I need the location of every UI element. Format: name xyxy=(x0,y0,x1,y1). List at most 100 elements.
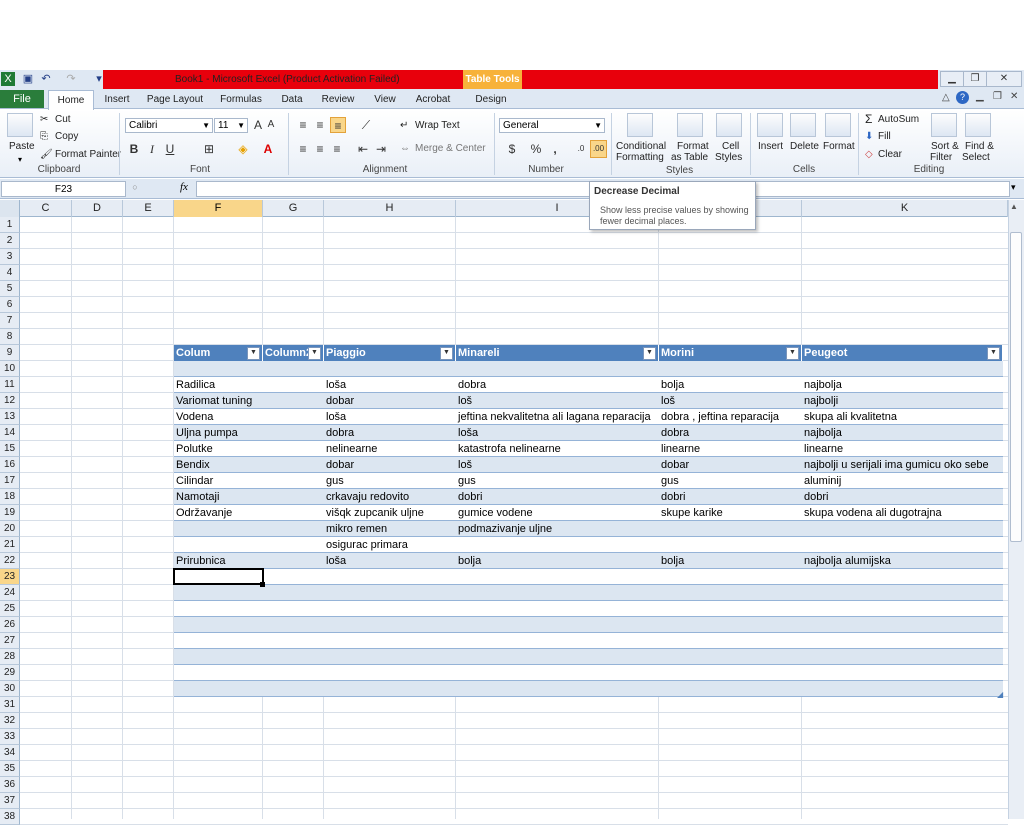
cut-icon[interactable]: ✂ xyxy=(40,114,48,126)
row-header[interactable]: 2 xyxy=(0,233,20,249)
table-cell[interactable]: Namotaji xyxy=(174,489,263,505)
table-cell[interactable] xyxy=(263,553,324,569)
row-header[interactable]: 9 xyxy=(0,345,20,361)
table-cell[interactable] xyxy=(802,521,1003,537)
column-header-k[interactable]: K xyxy=(802,200,1008,217)
table-cell[interactable] xyxy=(263,425,324,441)
scroll-up-icon[interactable]: ▲ xyxy=(1010,202,1018,211)
filter-dropdown-icon[interactable]: ▼ xyxy=(987,347,1000,360)
table-cell[interactable] xyxy=(263,537,324,553)
table-cell[interactable]: dobra , jeftina reparacija xyxy=(659,409,802,425)
undo-icon[interactable]: ↶ xyxy=(39,72,53,86)
format-as-table-button-line2[interactable]: as Table xyxy=(671,152,708,164)
row-header[interactable]: 36 xyxy=(0,777,20,793)
table-cell[interactable] xyxy=(263,409,324,425)
table-cell[interactable]: nelinearne xyxy=(324,441,456,457)
orientation-icon[interactable]: ⟋ xyxy=(356,117,376,133)
tab-view[interactable]: View xyxy=(368,90,402,109)
shrink-font-icon[interactable]: A xyxy=(265,117,277,133)
align-left-icon[interactable]: ≡ xyxy=(296,141,310,157)
decrease-indent-icon[interactable]: ⇤ xyxy=(356,141,370,157)
table-cell[interactable]: najbolja xyxy=(802,425,1003,441)
table-cell[interactable]: jeftina nekvalitetna ali lagana reparaci… xyxy=(456,409,659,425)
format-as-table-icon[interactable] xyxy=(677,113,703,137)
percent-button[interactable]: % xyxy=(529,141,543,157)
table-cell[interactable]: Održavanje xyxy=(174,505,263,521)
table-cell[interactable] xyxy=(802,537,1003,553)
table-cell[interactable] xyxy=(263,489,324,505)
row-header[interactable]: 5 xyxy=(0,281,20,297)
filter-dropdown-icon[interactable]: ▼ xyxy=(308,347,321,360)
merge-center-icon[interactable]: ⇔ xyxy=(400,143,410,155)
table-cell[interactable] xyxy=(659,521,802,537)
borders-icon[interactable]: ⊞ xyxy=(199,141,219,157)
table-cell[interactable] xyxy=(263,393,324,409)
row-header[interactable]: 8 xyxy=(0,329,20,345)
row-header[interactable]: 30 xyxy=(0,681,20,697)
table-cell[interactable]: loša xyxy=(324,553,456,569)
insert-function-button[interactable]: fx xyxy=(180,181,188,193)
insert-cells-button[interactable]: Insert xyxy=(758,141,783,153)
table-cell[interactable]: najbolja alumijska xyxy=(802,553,1003,569)
clear-icon[interactable]: ◇ xyxy=(865,149,873,161)
table-cell[interactable]: dobri xyxy=(456,489,659,505)
table-header-piaggio[interactable]: Piaggio ▼ xyxy=(324,345,456,361)
merge-center-button[interactable]: Merge & Center xyxy=(415,143,486,155)
table-cell[interactable]: bolja xyxy=(456,553,659,569)
table-cell[interactable] xyxy=(174,537,263,553)
save-icon[interactable]: ▣ xyxy=(21,72,35,86)
column-header-d[interactable]: D xyxy=(72,200,123,217)
align-right-icon[interactable]: ≡ xyxy=(330,141,344,157)
table-cell[interactable]: dobar xyxy=(324,393,456,409)
table-cell[interactable] xyxy=(263,457,324,473)
grow-font-icon[interactable]: A xyxy=(251,117,265,133)
fill-icon[interactable]: ⬇ xyxy=(865,131,873,143)
bold-button[interactable]: B xyxy=(127,141,141,157)
filter-dropdown-icon[interactable]: ▼ xyxy=(440,347,453,360)
autosum-button[interactable]: AutoSum xyxy=(878,114,919,126)
font-size-combo[interactable]: 11 ▼ xyxy=(214,118,248,133)
active-cell[interactable] xyxy=(173,568,264,585)
table-cell[interactable]: bolja xyxy=(659,553,802,569)
row-header[interactable]: 14 xyxy=(0,425,20,441)
column-header-f[interactable]: F xyxy=(174,200,263,217)
format-painter-icon[interactable]: 🖌 xyxy=(40,149,53,161)
table-cell[interactable]: podmazivanje uljne xyxy=(456,521,659,537)
row-header[interactable]: 13 xyxy=(0,409,20,425)
row-header[interactable]: 33 xyxy=(0,729,20,745)
tab-acrobat[interactable]: Acrobat xyxy=(410,90,456,109)
table-cell[interactable] xyxy=(263,521,324,537)
tab-review[interactable]: Review xyxy=(318,90,358,109)
table-cell[interactable]: linearne xyxy=(659,441,802,457)
accounting-format-icon[interactable]: $ xyxy=(501,141,523,157)
minimize-button[interactable]: ▁ xyxy=(940,71,964,87)
row-header[interactable]: 18 xyxy=(0,489,20,505)
table-cell[interactable]: dobri xyxy=(659,489,802,505)
table-cell[interactable]: gumice vodene xyxy=(456,505,659,521)
table-cell[interactable]: Prirubnica xyxy=(174,553,263,569)
row-header[interactable]: 17 xyxy=(0,473,20,489)
align-bottom-icon[interactable]: ≡ xyxy=(330,117,346,133)
table-header-morini[interactable]: Morini ▼ xyxy=(659,345,802,361)
table-cell[interactable]: Bendix xyxy=(174,457,263,473)
paste-dropdown-icon[interactable]: ▾ xyxy=(18,155,22,164)
table-cell[interactable]: dobra xyxy=(659,425,802,441)
filter-dropdown-icon[interactable]: ▼ xyxy=(247,347,260,360)
row-header[interactable]: 31 xyxy=(0,697,20,713)
font-name-combo[interactable]: Calibri ▼ xyxy=(125,118,213,133)
table-cell[interactable]: najbolji u serijali ima gumicu oko sebe xyxy=(802,457,1003,473)
formula-cancel-icon[interactable]: ○ xyxy=(128,182,142,196)
table-cell[interactable] xyxy=(659,537,802,553)
comma-button[interactable]: , xyxy=(549,141,561,157)
paste-button[interactable]: Paste xyxy=(9,141,35,153)
tab-data[interactable]: Data xyxy=(276,90,308,109)
conditional-formatting-icon[interactable] xyxy=(627,113,653,137)
table-cell[interactable]: Radilica xyxy=(174,377,263,393)
help-icon[interactable]: ? xyxy=(956,91,969,104)
align-middle-icon[interactable]: ≡ xyxy=(313,117,327,133)
table-cell[interactable]: Variomat tuning xyxy=(174,393,263,409)
row-header[interactable]: 3 xyxy=(0,249,20,265)
fill-button[interactable]: Fill xyxy=(878,131,891,143)
name-box[interactable]: F23 xyxy=(1,181,126,197)
increase-indent-icon[interactable]: ⇥ xyxy=(374,141,388,157)
